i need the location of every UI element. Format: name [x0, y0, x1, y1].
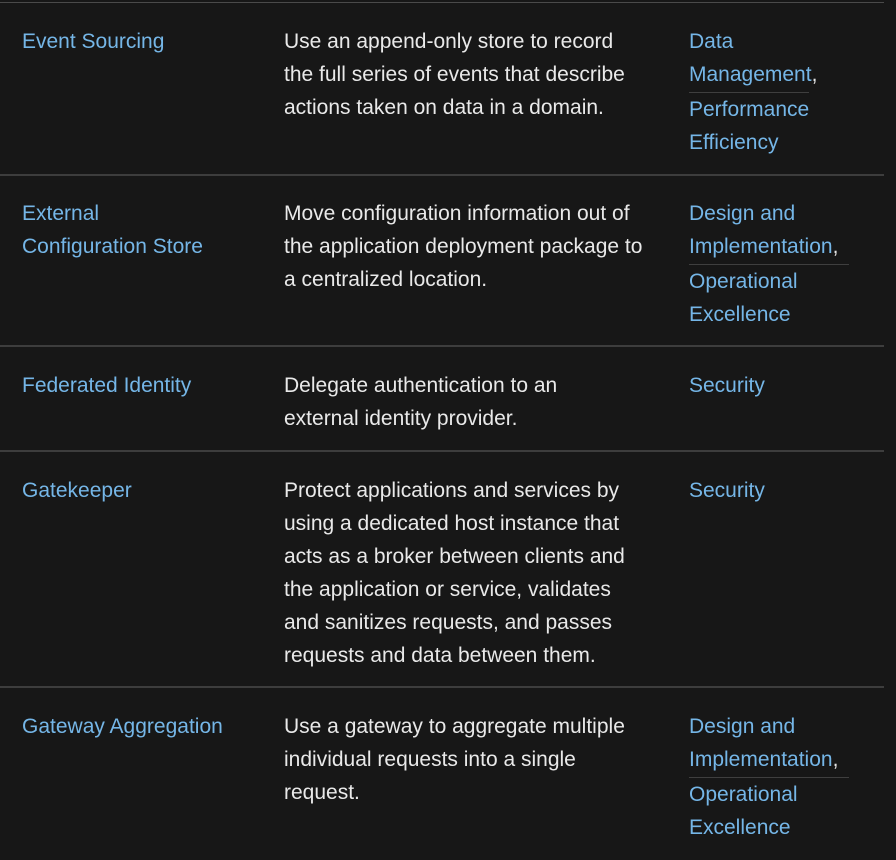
pattern-description: Protect applications and services by usi… [284, 479, 625, 667]
category-link-performance-efficiency[interactable]: Performance Efficiency [689, 98, 809, 154]
patterns-table: Event Sourcing Use an append-only store … [0, 0, 884, 860]
category-item: Design and Implementation, [689, 710, 849, 778]
pattern-link-gatekeeper[interactable]: Gatekeeper [22, 479, 132, 502]
category-link-security[interactable]: Security [689, 479, 765, 502]
category-item: Operational Excellence [689, 265, 819, 331]
pattern-description: Move configuration information out of th… [284, 202, 643, 291]
pattern-link-event-sourcing[interactable]: Event Sourcing [22, 30, 164, 53]
pattern-name-cell: Gatekeeper [22, 474, 267, 507]
pattern-description: Delegate authentication to an external i… [284, 374, 558, 430]
category-link-design-and-implementation[interactable]: Design and Implementation [689, 202, 833, 258]
pattern-categories: Design and Implementation, Operational E… [689, 197, 869, 331]
table-row: Event Sourcing Use an append-only store … [0, 3, 884, 176]
pattern-categories: Security [689, 369, 869, 402]
table-row: External Configuration Store Move config… [0, 175, 884, 347]
pattern-name-cell: External Configuration Store [22, 197, 222, 263]
category-link-operational-excellence[interactable]: Operational Excellence [689, 270, 798, 326]
pattern-link-external-configuration-store[interactable]: External Configuration Store [22, 202, 203, 258]
pattern-categories: Security [689, 474, 869, 507]
category-separator: , [811, 63, 818, 86]
category-link-design-and-implementation[interactable]: Design and Implementation [689, 715, 833, 771]
category-item: Security [689, 474, 869, 507]
table-row: Federated Identity Delegate authenticati… [0, 347, 884, 452]
pattern-categories: Data Management, Performance Efficiency [689, 25, 869, 159]
category-item: Design and Implementation, [689, 197, 849, 265]
category-link-security[interactable]: Security [689, 374, 765, 397]
category-link-data-management[interactable]: Data Management [689, 30, 812, 86]
category-item: Security [689, 369, 869, 402]
pattern-link-gateway-aggregation[interactable]: Gateway Aggregation [22, 715, 223, 738]
category-separator: , [832, 748, 839, 771]
pattern-categories: Design and Implementation, Operational E… [689, 710, 869, 844]
table-row: Gatekeeper Protect applications and serv… [0, 452, 884, 688]
category-link-operational-excellence[interactable]: Operational Excellence [689, 783, 798, 839]
category-item: Data Management, [689, 25, 817, 93]
pattern-description: Use an append-only store to record the f… [284, 30, 625, 119]
table-row: Gateway Aggregation Use a gateway to agg… [0, 688, 884, 860]
category-item: Performance Efficiency [689, 93, 819, 159]
category-separator: , [832, 235, 839, 258]
pattern-link-federated-identity[interactable]: Federated Identity [22, 374, 191, 397]
pattern-description: Use a gateway to aggregate multiple indi… [284, 715, 625, 804]
pattern-name-cell: Gateway Aggregation [22, 710, 267, 743]
pattern-name-cell: Event Sourcing [22, 25, 267, 58]
category-item: Operational Excellence [689, 778, 819, 844]
pattern-name-cell: Federated Identity [22, 369, 267, 402]
